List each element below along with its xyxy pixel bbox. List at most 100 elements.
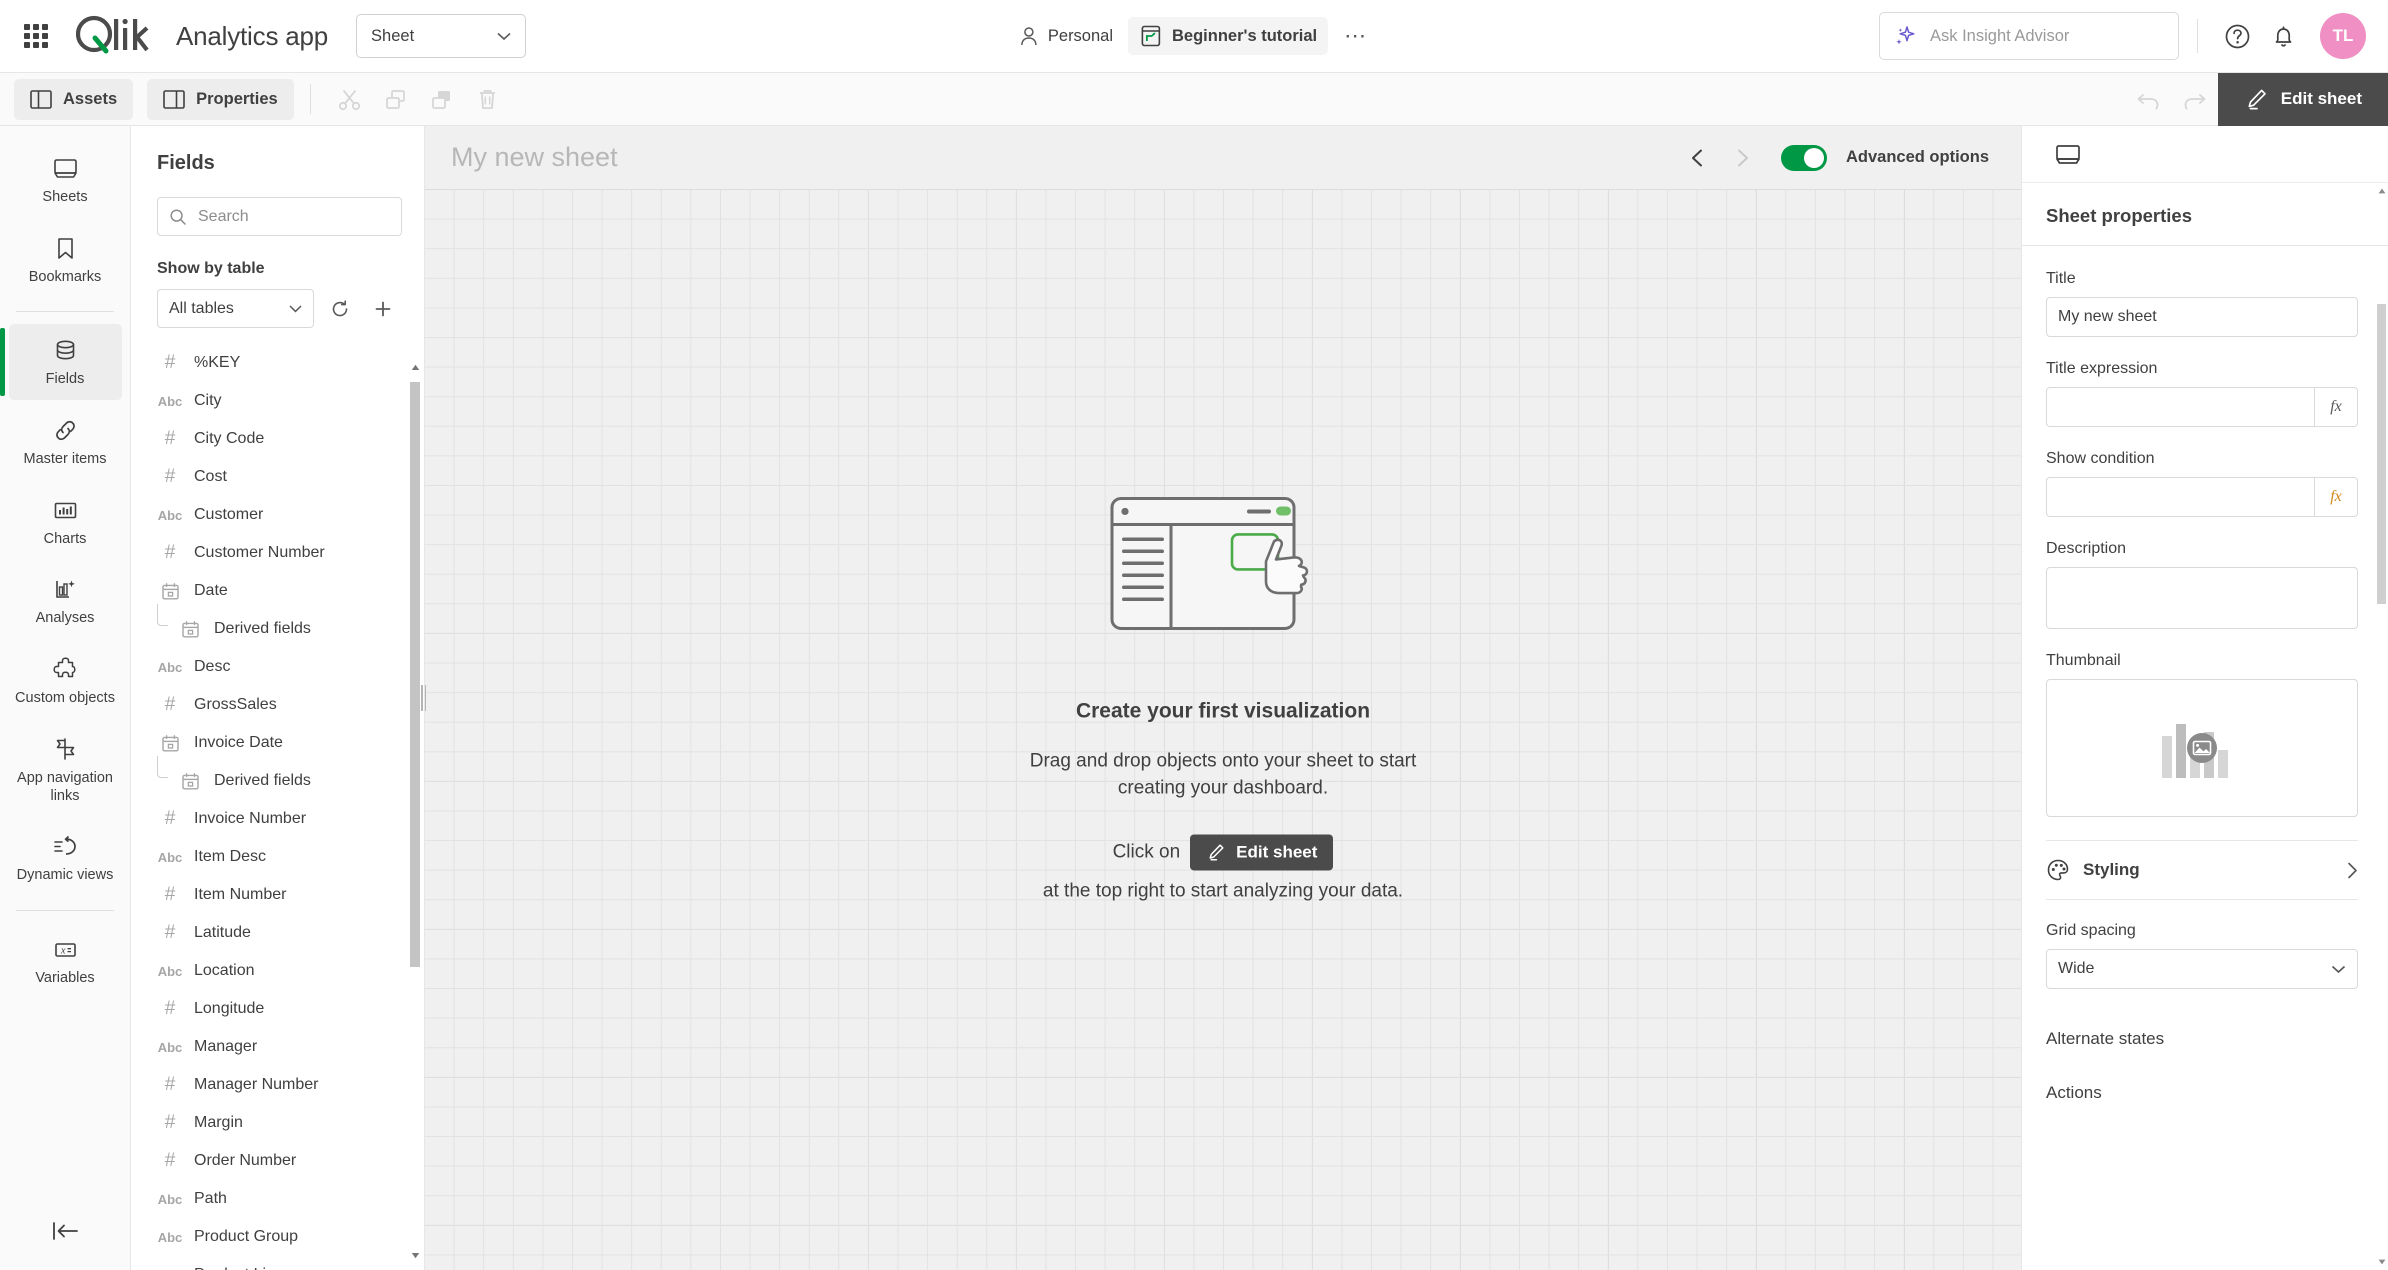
scroll-up-arrow-icon[interactable] [2377,184,2386,197]
field-name-label: Longitude [194,1000,265,1017]
actions-row[interactable]: Actions [2046,1066,2358,1120]
field-list-item[interactable]: Abc Product Group [131,1218,424,1256]
sidebar-item-variables[interactable]: x Variables [9,923,122,999]
field-list-item[interactable]: Abc Desc [131,648,424,686]
sidebar-item-label: Charts [43,530,87,547]
field-list-item[interactable]: Invoice Date [131,724,424,762]
field-type-text-icon: Abc [157,963,183,979]
field-name-label: Item Number [194,886,287,903]
styling-row[interactable]: Styling [2046,840,2358,900]
field-list-item[interactable]: Abc City [131,382,424,420]
field-list-item[interactable]: # Customer Number [131,534,424,572]
field-list-item[interactable]: Abc Customer [131,496,424,534]
properties-toggle-button[interactable]: Properties [147,78,294,120]
sidebar-item-analyses[interactable]: Analyses [9,563,122,639]
insight-advisor-search[interactable]: Ask Insight Advisor [1879,12,2179,60]
app-name-button[interactable]: Beginner's tutorial [1128,17,1329,55]
grid-spacing-dropdown[interactable]: Wide [2046,949,2358,989]
refresh-fields-icon[interactable] [323,292,357,326]
field-list-item[interactable]: Abc Path [131,1180,424,1218]
field-list-item[interactable]: # Latitude [131,914,424,952]
panel-resize-handle[interactable] [420,685,427,711]
field-list-item[interactable]: Abc Item Desc [131,838,424,876]
properties-panel-body[interactable]: Title My new sheet Title expression fx S… [2022,246,2388,1270]
field-type-date-icon [177,772,203,791]
field-list-item[interactable]: # Item Number [131,876,424,914]
app-launcher-icon[interactable] [18,18,54,54]
field-type-text-icon: Abc [157,507,183,523]
field-list-item[interactable]: # %KEY [131,344,424,382]
fields-list[interactable]: # %KEY Abc City # City Code # Cost Abc Customer # C… [131,344,424,1270]
app-more-menu[interactable]: ⋯ [1332,25,1380,47]
app-name-label: Beginner's tutorial [1172,26,1318,45]
sidebar-item-sheets[interactable]: Sheets [9,142,122,218]
field-list-item[interactable]: # Cost [131,458,424,496]
space-selector[interactable]: Personal [1007,18,1125,54]
description-input[interactable] [2046,567,2358,629]
sidebar-item-master-items[interactable]: Master items [9,404,122,480]
fields-list-scrollbar[interactable] [410,360,420,1262]
sidebar-item-dynamic-views[interactable]: Dynamic views [9,820,122,896]
sidebar-item-bookmarks[interactable]: Bookmarks [9,222,122,298]
scrollbar-thumb[interactable] [2377,304,2386,604]
field-list-item[interactable]: # Longitude [131,990,424,1028]
tab-sheet-properties[interactable] [2046,134,2090,174]
field-list-item[interactable]: Derived fields [131,604,424,648]
field-list-item[interactable]: # Manager Number [131,1066,424,1104]
properties-toggle-label: Properties [196,89,278,108]
chevron-right-icon [2348,862,2357,878]
edit-toolbar: Assets Properties Edit sheet [0,72,2388,126]
bookmark-icon [57,237,73,259]
field-list-item[interactable]: # GrossSales [131,686,424,724]
title-expression-fx-button[interactable]: fx [2314,387,2358,427]
assets-toggle-button[interactable]: Assets [14,78,134,120]
styling-label: Styling [2083,860,2140,879]
edit-sheet-button[interactable]: Edit sheet [2217,72,2388,126]
show-condition-fx-button[interactable]: fx [2314,477,2358,517]
sidebar-item-fields[interactable]: Fields [0,324,122,401]
previous-sheet-icon[interactable] [1679,139,1717,177]
properties-scrollbar[interactable] [2377,184,2386,1268]
field-list-item[interactable]: # Invoice Number [131,800,424,838]
sidebar-item-charts[interactable]: Charts [9,484,122,560]
field-list-item[interactable]: # Order Number [131,1142,424,1180]
title-expression-input[interactable] [2046,387,2314,427]
field-list-item[interactable]: AbcProduct Line [131,1256,424,1270]
sheet-selector-dropdown[interactable]: Sheet [356,14,527,58]
scroll-down-arrow-icon[interactable] [2377,1255,2386,1268]
person-icon [1021,26,1037,45]
scrollbar-thumb[interactable] [410,382,420,967]
field-list-item[interactable]: Derived fields [131,756,424,800]
sidebar-item-custom-objects[interactable]: Custom objects [9,643,122,719]
field-list-item[interactable]: Abc Manager [131,1028,424,1066]
field-type-numeric-icon: # [164,808,176,829]
sidebar-item-label: Dynamic views [16,867,114,884]
title-input[interactable]: My new sheet [2046,297,2358,337]
user-avatar[interactable]: TL [2320,13,2366,59]
edit-sheet-chip[interactable]: Edit sheet [1190,834,1334,871]
add-field-icon[interactable] [366,292,400,326]
field-list-item[interactable]: Abc Location [131,952,424,990]
qlik-logo[interactable] [76,14,154,58]
empty-state-paragraph: Drag and drop objects onto your sheet to… [1029,750,1417,799]
thumbnail-picker[interactable] [2046,679,2358,817]
field-list-item[interactable]: # Margin [131,1104,424,1142]
field-list-item[interactable]: # City Code [131,420,424,458]
sidebar-item-app-navigation-links[interactable]: App navigation links [9,723,122,816]
variable-icon: x [54,943,76,957]
advanced-options-toggle[interactable] [1780,144,1827,171]
scroll-up-arrow-icon[interactable] [410,360,420,374]
help-icon[interactable] [2216,15,2258,57]
field-list-item[interactable]: Date [131,572,424,610]
notifications-bell-icon[interactable] [2262,15,2304,57]
title-expression-label: Title expression [2046,360,2158,377]
sheet-grid[interactable]: Create your first visualization Drag and… [425,189,2021,1270]
collapse-rail-icon[interactable] [50,1219,80,1248]
fields-search-input[interactable]: Search [157,197,402,236]
show-condition-label: Show condition [2046,450,2155,467]
show-condition-input[interactable] [2046,477,2314,517]
scroll-down-arrow-icon[interactable] [410,1248,420,1262]
dynamic-views-icon [53,836,76,856]
alternate-states-row[interactable]: Alternate states [2046,1012,2358,1066]
table-filter-dropdown[interactable]: All tables [157,289,314,328]
